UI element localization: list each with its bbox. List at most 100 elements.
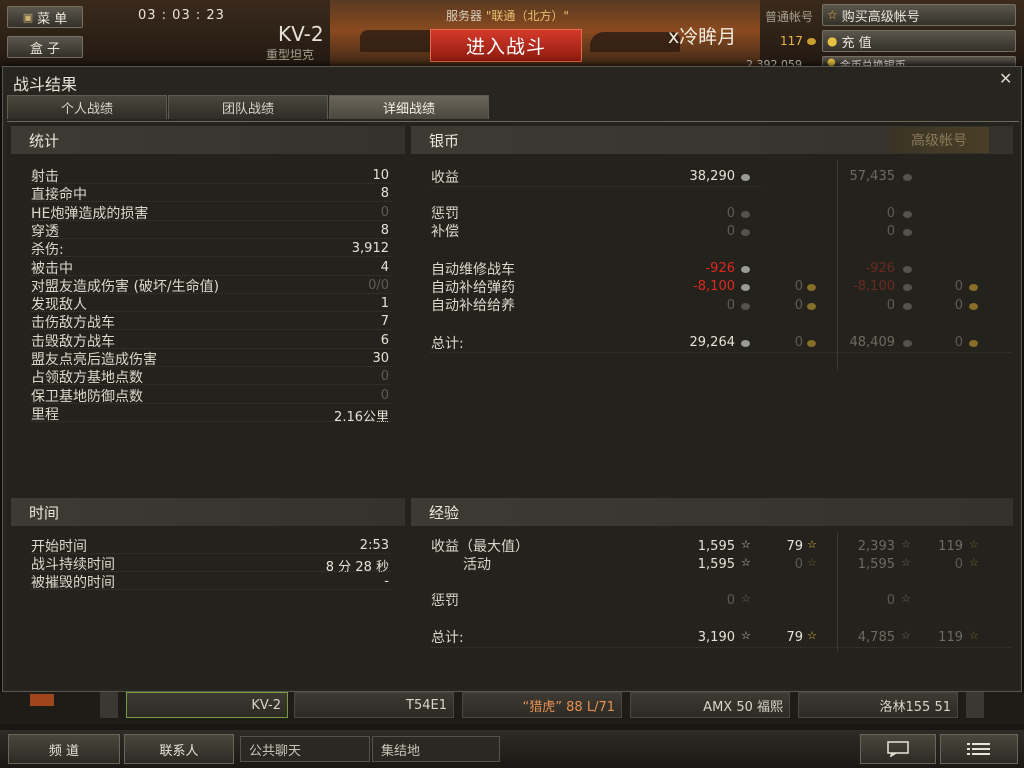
xp-total-premium-free: 119 [938, 630, 963, 645]
battle-results-dialog: 战斗结果 ✕ 个人战绩 团队战绩 详细战绩 统计 射击 10 直接命中 8 HE炮弹造成… [2, 66, 1022, 692]
stat-value: 0 [380, 369, 389, 385]
clock: 03 : 03 : 23 [138, 8, 225, 23]
stat-value: 0/0 [368, 277, 389, 293]
silver-coin-icon [741, 284, 750, 291]
menu-button[interactable]: ▣ 菜 单 [7, 6, 83, 28]
xp-total-premium: 4,785 [857, 630, 895, 645]
carousel-scroll-right[interactable] [966, 692, 984, 718]
credits-comp-label: 补偿 [431, 224, 459, 240]
star-icon: ☆ [827, 8, 838, 22]
player-name: x冷眸月 [668, 26, 737, 48]
list-menu-icon[interactable] [940, 734, 1018, 764]
chat-icon[interactable] [860, 734, 936, 764]
tank-name: KV-2 [278, 22, 324, 46]
credits-consumables: 0 [726, 298, 735, 313]
xp-star-icon: ☆ [901, 592, 911, 605]
tab-detailed[interactable]: 详细战绩 [329, 95, 489, 119]
tab-personal[interactable]: 个人战绩 [7, 95, 167, 119]
credits-repair-label: 自动维修战车 [431, 262, 515, 278]
close-icon[interactable]: ✕ [999, 69, 1012, 88]
free-xp-star-icon: ☆ [969, 629, 979, 642]
free-xp-star-icon: ☆ [969, 556, 979, 569]
row-divider [31, 420, 391, 422]
credits-consumables-label: 自动补给给养 [431, 298, 515, 314]
xp-star-icon: ☆ [741, 556, 751, 569]
menu-label: 菜 单 [37, 11, 68, 27]
speech-bubble-icon [887, 741, 909, 757]
credits-total-premium-gold: 0 [954, 335, 963, 350]
xp-total-label: 总计: [431, 630, 464, 646]
stat-value: 1 [380, 296, 389, 312]
xp-activity-premium: 1,595 [857, 557, 895, 572]
credits-penalty: 0 [726, 206, 735, 221]
xp-activity-free: 0 [794, 557, 803, 572]
xp-income-free: 79 [786, 539, 803, 554]
server-label: 服务器 "联通（北方）" [446, 7, 569, 24]
recharge-button[interactable]: ● 充 值 [822, 30, 1016, 52]
silver-coin-icon [741, 229, 750, 236]
row-divider [431, 186, 761, 187]
silver-coin-icon [903, 266, 912, 273]
dialog-title: 战斗结果 [13, 75, 78, 94]
credits-repair: -926 [705, 261, 735, 276]
contacts-button[interactable]: 联系人 [124, 734, 234, 764]
row-divider [31, 237, 391, 239]
carousel-scroll-left[interactable] [100, 692, 118, 718]
silver-coin-icon [903, 303, 912, 310]
enter-battle-button[interactable]: 进入战斗 [430, 29, 582, 62]
public-chat-tab[interactable]: 公共聊天 [240, 736, 370, 762]
row-divider [431, 647, 1011, 648]
credits-income-premium: 57,435 [849, 169, 896, 184]
gold-balance: 117 [780, 34, 816, 48]
coins-icon: ● [827, 34, 838, 48]
stat-value: 30 [372, 351, 389, 366]
silver-coin-icon [741, 340, 750, 347]
stat-value: 8 [380, 186, 389, 202]
vehicle-slot[interactable]: AMX 50 福熙 [630, 692, 790, 718]
row-divider [31, 402, 391, 404]
vehicle-slot[interactable]: T54E1 [294, 692, 454, 718]
gold-coin-icon [969, 303, 978, 310]
vehicle-slot[interactable]: 洛林155 51 [798, 692, 958, 718]
list-icon [967, 743, 990, 755]
credits-repair-premium: -926 [865, 261, 895, 276]
silver-coin-icon [903, 229, 912, 236]
server-prefix: 服务器 [446, 9, 483, 23]
xp-header: 经验 [411, 498, 1013, 526]
credits-ammo-premium: -8,100 [853, 279, 895, 294]
credits-consumables-gold: 0 [794, 298, 803, 313]
xp-activity-premium-free: 0 [954, 557, 963, 572]
xp-star-icon: ☆ [901, 556, 911, 569]
xp-star-icon: ☆ [741, 629, 751, 642]
silver-coin-icon [903, 340, 912, 347]
gold-coin-icon [807, 303, 816, 310]
silver-coin-icon [903, 211, 912, 218]
menu-icon: ▣ [22, 10, 34, 24]
xp-star-icon: ☆ [741, 592, 751, 605]
rally-tab[interactable]: 集结地 [372, 736, 500, 762]
stat-value: 6 [380, 332, 389, 348]
buy-premium-button[interactable]: ☆ 购买高级帐号 [822, 4, 1016, 26]
xp-penalty-label: 惩罚 [431, 593, 459, 609]
start-time: 2:53 [359, 538, 389, 553]
xp-penalty-premium: 0 [886, 593, 895, 608]
credits-penalty-label: 惩罚 [431, 206, 459, 222]
vehicle-slot[interactable]: KV-2 [126, 692, 288, 718]
credits-income: 38,290 [689, 169, 736, 184]
credits-ammo-gold: 0 [794, 279, 803, 294]
row-divider [31, 256, 391, 258]
stat-value: 0 [380, 204, 389, 220]
carousel-left-arrow[interactable] [30, 694, 54, 706]
stat-value: 4 [380, 259, 389, 275]
free-xp-star-icon: ☆ [807, 538, 817, 551]
duration: 8 分 28 秒 [325, 560, 389, 575]
vehicle-slot[interactable]: “猎虎” 88 L/71 [462, 692, 622, 718]
tab-team[interactable]: 团队战绩 [168, 95, 328, 119]
box-button[interactable]: 盒 子 [7, 36, 83, 58]
stat-value: 3,912 [351, 241, 389, 257]
channels-button[interactable]: 频 道 [8, 734, 120, 764]
silver-coin-icon [741, 174, 750, 181]
time-header: 时间 [11, 498, 405, 526]
xp-income: 1,595 [697, 539, 735, 554]
gold-coin-icon [807, 340, 816, 347]
